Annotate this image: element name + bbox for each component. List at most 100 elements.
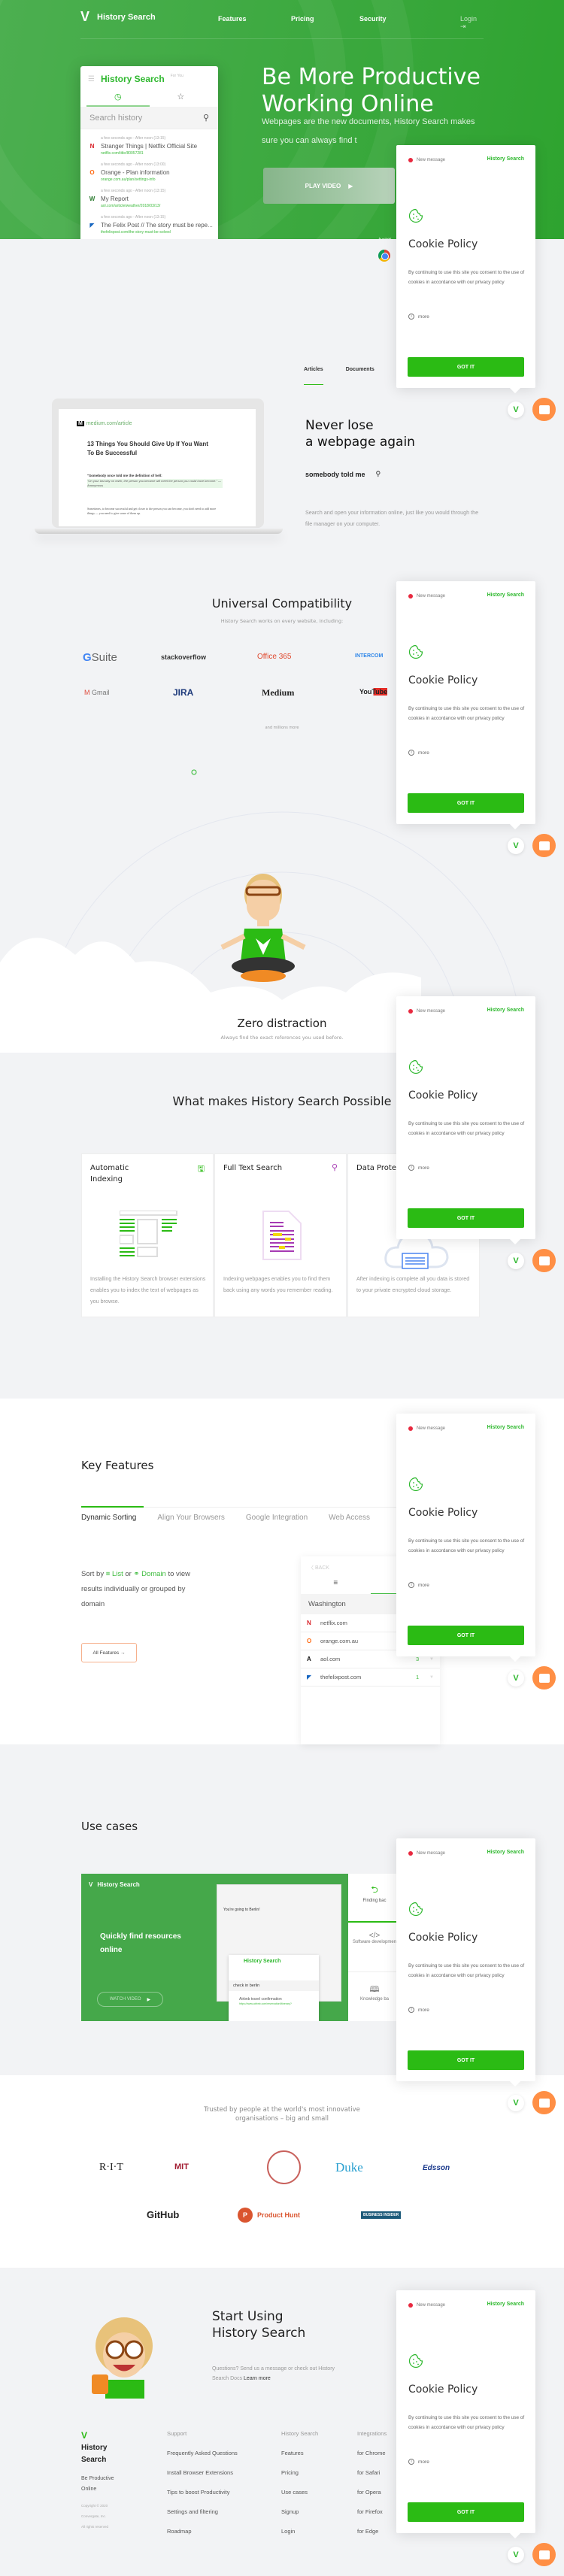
search-icon[interactable]: ⚲ [203, 113, 209, 123]
sort-description: Sort by ≡ List or ⚭ Domain to view resul… [81, 1567, 205, 1612]
tab-web-access[interactable]: Web Access [329, 1514, 370, 1522]
info-icon: i [408, 314, 414, 320]
footer-link[interactable]: Roadmap [167, 2528, 238, 2547]
domain-name: netflix.com [320, 1620, 347, 1626]
footer-link[interactable]: Settings and filtering [167, 2508, 238, 2528]
cornell-logo [267, 2150, 301, 2184]
brand-logo[interactable]: V History Search [80, 9, 156, 25]
nav-security[interactable]: Security [359, 15, 387, 23]
footer-link[interactable]: for Safari [357, 2469, 387, 2489]
footer-link[interactable]: Install Browser Extensions [167, 2469, 238, 2489]
play-video-button[interactable]: PLAY VIDEO ▶ [263, 168, 395, 204]
item-title: Stranger Things | Netflix Official Site [101, 143, 198, 150]
history-item[interactable]: a few seconds ago - After noon (13:15) f… [80, 235, 218, 239]
cookie-body: By continuing to use this site you conse… [408, 2415, 525, 2430]
chrome-icon[interactable] [378, 250, 390, 262]
active-tab-indicator [81, 1506, 144, 1508]
history-item[interactable]: a few seconds ago - After noon (13:15) N… [80, 129, 218, 156]
footer-link[interactable]: Login [281, 2528, 318, 2547]
history-item[interactable]: a few seconds ago - After noon (13:15) ◤… [80, 208, 218, 235]
got-it-button[interactable]: GOT IT [408, 1626, 524, 1645]
available-label: Availabl [378, 238, 391, 239]
more-link[interactable]: i more [408, 1582, 429, 1588]
domain-row[interactable]: ◤ thefelixpost.com 1 ▼ [301, 1668, 440, 1687]
more-link[interactable]: i more [408, 2007, 429, 2013]
got-it-button[interactable]: GOT IT [408, 357, 524, 377]
v-logo-icon: V [80, 9, 90, 24]
chat-button[interactable] [532, 2091, 556, 2114]
cookie-icon [408, 1902, 423, 1917]
history-search-launcher-icon[interactable]: V [508, 838, 524, 854]
more-link[interactable]: i more [408, 1165, 429, 1171]
footer-link[interactable]: Use cases [281, 2489, 318, 2508]
footer-link[interactable]: for Opera [357, 2489, 387, 2508]
rit-logo: R·I·T [99, 2162, 123, 2173]
history-tab-icon[interactable]: ◷ [86, 92, 150, 107]
chat-button[interactable] [532, 834, 556, 857]
footer-link[interactable]: Pricing [281, 2469, 318, 2489]
cookie-dialog: New message History Search Cookie Policy… [396, 1838, 535, 2087]
chat-button[interactable] [532, 2543, 556, 2566]
chat-button[interactable] [532, 1249, 556, 1272]
footer-link[interactable]: Tips to boost Productivity [167, 2489, 238, 2508]
got-it-button[interactable]: GOT IT [408, 1208, 524, 1228]
chevron-down-icon[interactable]: ▼ [429, 1675, 434, 1680]
history-item[interactable]: a few seconds ago - After noon (13:15) W… [80, 182, 218, 208]
learn-more-link[interactable]: Learn more [244, 2376, 271, 2381]
more-link[interactable]: i more [408, 2459, 429, 2465]
got-it-button[interactable]: GOT IT [408, 2050, 524, 2070]
cookie-icon [408, 208, 423, 223]
history-search-launcher-icon[interactable]: V [508, 2095, 524, 2111]
got-it-button[interactable]: GOT IT [408, 2502, 524, 2522]
content-type-tabs: Articles Documents [304, 367, 374, 385]
history-search-launcher-icon[interactable]: V [508, 2547, 524, 2563]
list-option[interactable]: ≡ List [106, 1570, 123, 1578]
chevron-down-icon[interactable]: ▼ [429, 1657, 434, 1662]
for-you-label[interactable]: For You [171, 74, 183, 78]
nav-pricing[interactable]: Pricing [291, 15, 314, 23]
favicon-icon: O [89, 169, 95, 176]
nav-features[interactable]: Features [218, 15, 247, 23]
got-it-button[interactable]: GOT IT [408, 793, 524, 813]
footer-link[interactable]: for Chrome [357, 2450, 387, 2469]
footer-link[interactable]: for Firefox [357, 2508, 387, 2528]
red-dot-icon [408, 1851, 413, 1856]
more-link[interactable]: i more [408, 314, 429, 320]
cookie-dialog: New message History Search Cookie Policy… [396, 996, 535, 1245]
history-search-launcher-icon[interactable]: V [508, 402, 524, 418]
star-tab-icon[interactable]: ☆ [150, 92, 213, 107]
tab-align-browsers[interactable]: Align Your Browsers [157, 1514, 225, 1522]
all-features-button[interactable]: All Features → [81, 1643, 137, 1662]
list-view-icon[interactable]: ≡ [301, 1579, 371, 1594]
article-paragraph: Sometimes, to become successful and get … [87, 507, 217, 515]
history-item[interactable]: a few seconds ago - After noon (13:00) O… [80, 156, 218, 182]
business-insider-logo: BUSINESS INSIDER [361, 2211, 402, 2219]
favicon-icon: N [89, 143, 95, 150]
watch-video-button[interactable]: WATCH VIDEO ▶ [97, 1992, 163, 2007]
tab-google-integration[interactable]: Google Integration [246, 1514, 308, 1522]
chat-button[interactable] [532, 398, 556, 421]
footer-link[interactable]: Signup [281, 2508, 318, 2528]
more-link[interactable]: i more [408, 750, 429, 756]
use-case-knowledge[interactable]: 🕮 Knowledge ba [348, 1972, 401, 2021]
new-message-indicator: New message [408, 158, 445, 162]
footer-link[interactable]: for Edge [357, 2528, 387, 2547]
history-search-launcher-icon[interactable]: V [508, 1253, 524, 1269]
footer-link[interactable]: Frequently Asked Questions [167, 2450, 238, 2469]
banner-brand: V History Search [89, 1881, 140, 1888]
use-case-software[interactable]: </> Software developmen [348, 1923, 401, 1972]
use-case-finding-back[interactable]: ⮌ Finding bac [348, 1874, 401, 1923]
tab-documents[interactable]: Documents [346, 367, 374, 385]
nav-login[interactable]: Login ⇥ [460, 15, 484, 31]
mock-heading: You're going to Berlin! [223, 1908, 260, 1912]
hamburger-icon[interactable]: ☰ [88, 75, 95, 83]
domain-option[interactable]: ⚭ Domain [133, 1570, 165, 1578]
mini-result: Airbnb travel confirmation [239, 1997, 282, 2002]
chat-button[interactable] [532, 1666, 556, 1690]
history-search-input[interactable]: Search history ⚲ [80, 107, 218, 129]
footer-link[interactable]: Features [281, 2450, 318, 2469]
favicon-icon: N [307, 1620, 311, 1626]
tab-dynamic-sorting[interactable]: Dynamic Sorting [81, 1514, 136, 1522]
tab-articles[interactable]: Articles [304, 367, 323, 385]
history-search-launcher-icon[interactable]: V [508, 1670, 524, 1687]
